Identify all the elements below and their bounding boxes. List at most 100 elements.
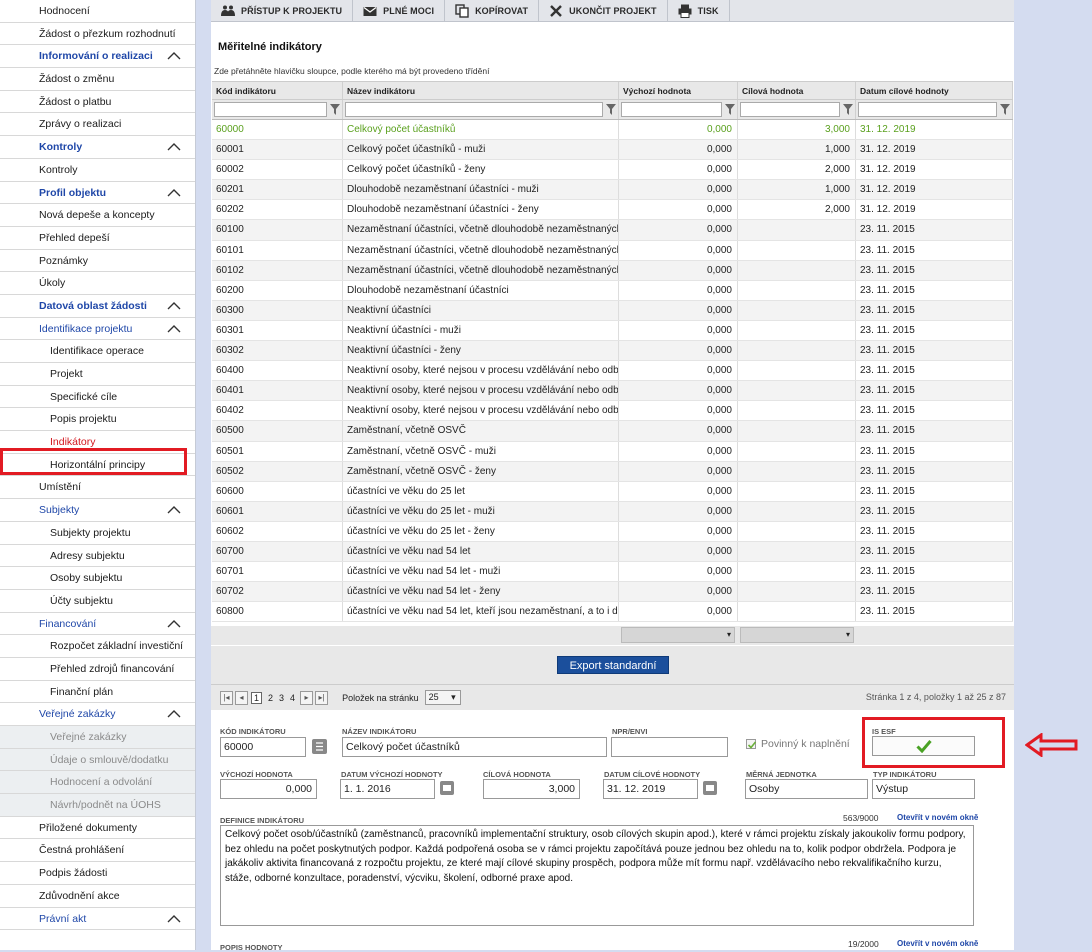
sidebar-item[interactable]: Identifikace operace (0, 340, 195, 363)
sidebar-item[interactable]: Umístění (0, 476, 195, 500)
code-field[interactable]: 60000 (220, 737, 306, 757)
chevron-up-icon[interactable] (167, 914, 181, 924)
chevron-up-icon[interactable] (167, 188, 181, 198)
filter-input-name[interactable] (345, 102, 603, 117)
indicator-type-field[interactable]: Výstup (872, 779, 975, 799)
column-header-name[interactable]: Název indikátoru (343, 82, 619, 99)
list-icon[interactable] (312, 739, 327, 754)
access-project-button[interactable]: PŘÍSTUP K PROJEKTU (211, 0, 354, 22)
sidebar-item[interactable]: Úkoly (0, 272, 195, 295)
sidebar-item[interactable]: Účty subjektu (0, 589, 195, 613)
sidebar-item[interactable]: Přehled zdrojů financování (0, 657, 195, 681)
table-row[interactable]: 60101 Nezaměstnaní účastníci, včetně dlou… (212, 240, 1013, 261)
table-row[interactable]: 60102 Nezaměstnaní účastníci, včetně dlou… (212, 260, 1013, 281)
sidebar-item[interactable]: Specifické cíle (0, 385, 195, 409)
chevron-up-icon[interactable] (167, 324, 181, 334)
power-of-attorney-button[interactable]: PLNÉ MOCI (353, 0, 446, 22)
table-row[interactable]: 60501 Zaměstnaní, včetně OSVČ - muži 0,000… (212, 441, 1013, 462)
sidebar-item[interactable]: Informování o realizaci (0, 45, 195, 69)
sidebar-item[interactable]: Rozpočet základní investiční (0, 635, 195, 658)
table-row[interactable]: 60600 účastníci ve věku do 25 let 0,000 23.… (212, 481, 1013, 502)
filter-input-code[interactable] (214, 102, 327, 117)
sidebar-item[interactable]: Přehled depeší (0, 226, 195, 250)
sidebar-item[interactable]: Projekt (0, 363, 195, 386)
mandatory-checkbox[interactable] (746, 739, 757, 749)
footer-aggregate-select[interactable]: ▾ (621, 627, 735, 643)
copy-button[interactable]: KOPÍROVAT (445, 0, 540, 22)
sidebar-item[interactable]: Profil objektu (0, 181, 195, 205)
table-row[interactable]: 60002 Celkový počet účastníků - ženy 0,000… (212, 160, 1013, 181)
initial-value-field[interactable]: 0,000 (220, 779, 317, 799)
target-value-field[interactable]: 3,000 (483, 779, 580, 799)
sidebar-item[interactable]: Nová depeše a koncepty (0, 204, 195, 227)
sidebar-item[interactable]: Identifikace projektu (0, 317, 195, 341)
export-button[interactable]: Export standardní (557, 656, 669, 674)
table-row[interactable]: 60800 účastníci ve věku nad 54 let, kteří… (212, 602, 1013, 623)
sidebar-item[interactable]: Podpis žádosti (0, 862, 195, 885)
sidebar-item[interactable]: Adresy subjektu (0, 544, 195, 568)
sidebar-item[interactable]: Popis projektu (0, 408, 195, 432)
table-row[interactable]: 60500 Zaměstnaní, včetně OSVČ 0,000 23. 11.… (212, 421, 1013, 442)
page-number[interactable]: 2 (268, 693, 273, 703)
sidebar-item[interactable]: Hodnocení (0, 0, 195, 23)
sidebar-item[interactable]: Přiložené dokumenty (0, 816, 195, 840)
page-number-current[interactable]: 1 (251, 691, 263, 704)
page-number[interactable]: 4 (290, 693, 295, 703)
filter-icon[interactable] (606, 104, 616, 115)
sidebar-item[interactable]: Žádost o přezkum rozhodnutí (0, 22, 195, 46)
table-row[interactable]: 60201 Dlouhodobě nezaměstnaní účastníci -… (212, 180, 1013, 201)
table-row[interactable]: 60302 Neaktivní účastníci - ženy 0,000 23. … (212, 341, 1013, 362)
open-in-new-window-link[interactable]: Otevřít v novém okně (897, 813, 978, 822)
sidebar-item[interactable]: Veřejné zakázky (0, 703, 195, 726)
table-row[interactable]: 60000 Celkový počet účastníků 0,000 3,000 31… (212, 120, 1013, 141)
calendar-icon[interactable] (440, 781, 454, 795)
table-row[interactable]: 60601 účastníci ve věku do 25 let - muži 0… (212, 501, 1013, 522)
filter-icon[interactable] (843, 104, 853, 115)
column-header-code[interactable]: Kód indikátoru (212, 82, 343, 99)
chevron-up-icon[interactable] (167, 619, 181, 629)
page-number[interactable]: 3 (279, 693, 284, 703)
column-header-target-date[interactable]: Datum cílové hodnoty (856, 82, 1013, 99)
prev-page-button[interactable]: ◂ (235, 690, 248, 705)
sidebar-item[interactable]: Finanční plán (0, 680, 195, 704)
chevron-up-icon[interactable] (167, 51, 181, 61)
filter-input-target[interactable] (740, 102, 840, 117)
filter-input-date[interactable] (858, 102, 997, 117)
filter-input-initial[interactable] (621, 102, 722, 117)
table-row[interactable]: 60401 Neaktivní osoby, které nejsou v pro… (212, 381, 1013, 402)
sidebar-item[interactable]: Datová oblast žádosti (0, 294, 195, 318)
sidebar-item[interactable]: Financování (0, 612, 195, 636)
table-row[interactable]: 60402 Neaktivní osoby, které nejsou v pro… (212, 401, 1013, 422)
name-field[interactable]: Celkový počet účastníků (342, 737, 607, 757)
print-button[interactable]: TISK (668, 0, 730, 22)
npr-field[interactable] (611, 737, 728, 757)
table-row[interactable]: 60100 Nezaměstnaní účastníci, včetně dlou… (212, 220, 1013, 241)
table-row[interactable]: 60200 Dlouhodobě nezaměstnaní účastníci 0,… (212, 280, 1013, 301)
first-page-button[interactable]: |◂ (220, 690, 233, 705)
column-header-initial-value[interactable]: Výchozí hodnota (619, 82, 738, 99)
table-row[interactable]: 60702 účastníci ve věku nad 54 let - ženy… (212, 582, 1013, 603)
sidebar-item[interactable]: Zprávy o realizaci (0, 113, 195, 137)
table-row[interactable]: 60301 Neaktivní účastníci - muži 0,000 23. … (212, 320, 1013, 342)
chevron-up-icon[interactable] (167, 709, 181, 719)
column-header-target-value[interactable]: Cílová hodnota (738, 82, 856, 99)
sidebar-item[interactable]: Kontroly (0, 136, 195, 159)
table-row[interactable]: 60202 Dlouhodobě nezaměstnaní účastníci -… (212, 200, 1013, 221)
target-date-field[interactable]: 31. 12. 2019 (603, 779, 698, 799)
end-project-button[interactable]: UKONČIT PROJEKT (539, 0, 668, 22)
chevron-up-icon[interactable] (167, 505, 181, 515)
table-row[interactable]: 60400 Neaktivní osoby, které nejsou v pro… (212, 361, 1013, 382)
sidebar-item[interactable]: Žádost o platbu (0, 90, 195, 114)
table-row[interactable]: 60602 účastníci ve věku do 25 let - ženy 0… (212, 521, 1013, 542)
chevron-up-icon[interactable] (167, 301, 181, 311)
unit-field[interactable]: Osoby (745, 779, 868, 799)
definition-textarea[interactable]: Celkový počet osob/účastníků (zaměstnanc… (220, 825, 974, 926)
sidebar-item[interactable]: Zdůvodnění akce (0, 884, 195, 908)
page-size-select[interactable]: 25 ▾ (424, 690, 461, 705)
table-row[interactable]: 60502 Zaměstnaní, včetně OSVČ - ženy 0,000… (212, 461, 1013, 482)
last-page-button[interactable]: ▸| (315, 690, 329, 705)
next-page-button[interactable]: ▸ (300, 690, 314, 705)
filter-icon[interactable] (330, 104, 340, 115)
sidebar-item[interactable]: Subjekty projektu (0, 521, 195, 545)
sidebar-item[interactable]: Žádost o změnu (0, 68, 195, 91)
